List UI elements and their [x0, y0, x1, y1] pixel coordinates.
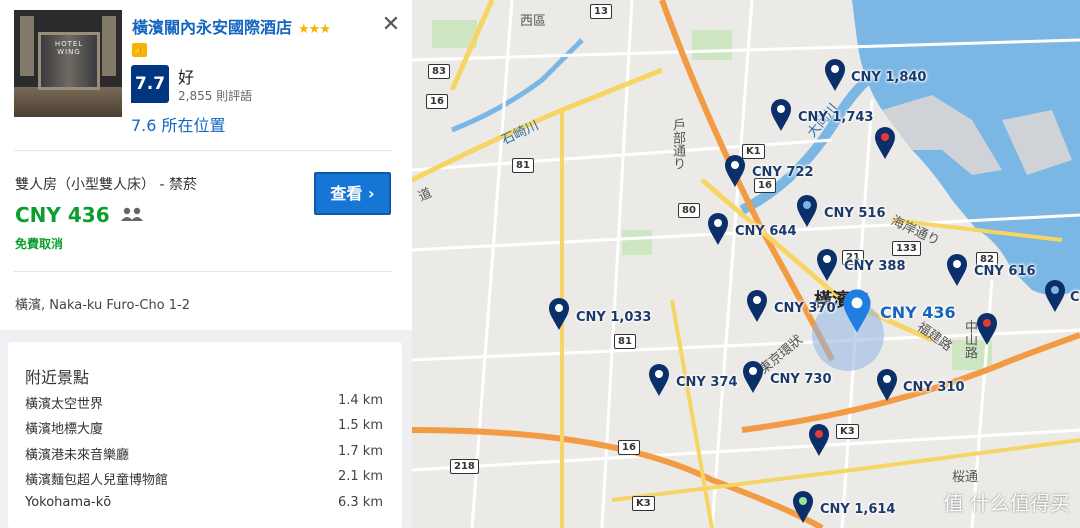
- road-number-badge: 81: [512, 158, 534, 173]
- price-label[interactable]: CNY 310: [903, 380, 965, 395]
- nearby-item-distance: 2.1 km: [338, 469, 383, 484]
- hotel-pin-icon[interactable]: [946, 253, 968, 287]
- road-number-badge: 81: [614, 334, 636, 349]
- hotel-pin-icon[interactable]: [808, 423, 830, 457]
- nearby-item: 橫濱太空世界 1.4 km: [25, 393, 383, 412]
- price-label[interactable]: CNY 374: [676, 375, 738, 390]
- hotel-pin-icon[interactable]: [816, 248, 838, 282]
- hotel-card: HOTEL WING 橫濱關內永安國際酒店 ★★★ ✕ 👍 7.7 好 2,855…: [0, 0, 412, 330]
- review-count[interactable]: 2,855 則評語: [178, 87, 252, 104]
- hotel-stars: ★★★: [298, 22, 331, 37]
- hotel-pin-icon[interactable]: [1044, 279, 1066, 313]
- map-canvas[interactable]: 西區 戶部通り 石崎川 大岡川 海岸通り 橫濱市 東京環狀 福建路 中山路 桜通…: [412, 0, 1080, 528]
- nearby-item-distance: 1.5 km: [338, 418, 383, 433]
- nearby-item: Yokohama-kō 6.3 km: [25, 495, 383, 510]
- nearby-item-name: 橫濱港未來音樂廳: [25, 448, 130, 463]
- hotel-pin-icon[interactable]: [746, 289, 768, 323]
- hotel-name-link[interactable]: 橫濱關內永安國際酒店 ★★★: [132, 14, 331, 38]
- hotel-name: 橫濱關內永安國際酒店: [132, 18, 293, 37]
- review-score-badge: 7.7: [131, 65, 169, 103]
- thumbs-up-icon: 👍: [132, 43, 147, 57]
- price-label[interactable]: CNY 616: [974, 264, 1036, 279]
- hotel-pin-icon[interactable]: [876, 368, 898, 402]
- nearby-item: 橫濱港未來音樂廳 1.7 km: [25, 444, 383, 463]
- nearby-item: 橫濱地標大廈 1.5 km: [25, 418, 383, 437]
- photo-light-right: [102, 16, 116, 76]
- price-label[interactable]: CNY 388: [844, 259, 906, 274]
- hotel-pin-icon[interactable]: [770, 98, 792, 132]
- price-label[interactable]: CNY 1,743: [798, 110, 873, 125]
- hotel-pin-icon[interactable]: [724, 154, 746, 188]
- map-place-label: 西區: [520, 14, 547, 29]
- nearby-item-name: 橫濱地標大廈: [25, 422, 104, 437]
- road-number-badge: 80: [678, 203, 700, 218]
- hotel-map-view: HOTEL WING 橫濱關內永安國際酒店 ★★★ ✕ 👍 7.7 好 2,855…: [0, 0, 1080, 528]
- rating-word: 好: [178, 68, 195, 87]
- price-label[interactable]: CNY 722: [752, 165, 814, 180]
- road-number-badge: 218: [450, 459, 479, 474]
- price-label[interactable]: CNY 1,840: [851, 70, 926, 85]
- hotel-pin-icon[interactable]: [548, 297, 570, 331]
- selected-price-label[interactable]: CNY 436: [880, 303, 956, 322]
- road-number-badge: 83: [428, 64, 450, 79]
- hotel-pin-icon[interactable]: [796, 194, 818, 228]
- selected-hotel-pin-icon[interactable]: [842, 288, 872, 334]
- price-label[interactable]: C: [1070, 290, 1080, 305]
- nearby-title: 附近景點: [25, 368, 90, 387]
- nearby-item-distance: 1.4 km: [338, 393, 383, 408]
- road-number-badge: K3: [632, 496, 655, 511]
- chevron-right-icon: ›: [368, 184, 375, 203]
- hotel-pin-icon[interactable]: [824, 58, 846, 92]
- photo-light-left: [20, 16, 34, 76]
- occupancy-people-icon: [121, 207, 143, 221]
- hotel-photo[interactable]: HOTEL WING: [14, 10, 122, 117]
- road-number-badge: 16: [618, 440, 640, 455]
- hotel-pin-icon[interactable]: [742, 360, 764, 394]
- room-type: 雙人房（小型雙人床） - 禁菸: [15, 177, 197, 193]
- divider: [14, 271, 392, 272]
- hotel-pin-icon[interactable]: [792, 490, 814, 524]
- room-price: CNY 436: [15, 203, 110, 227]
- divider: [14, 150, 392, 151]
- road-number-badge: 16: [426, 94, 448, 109]
- road-number-badge: 16: [754, 178, 776, 193]
- nearby-item-distance: 6.3 km: [338, 495, 383, 510]
- nearby-item-name: 橫濱麵包超人兒童博物館: [25, 473, 169, 488]
- nearby-item-distance: 1.7 km: [338, 444, 383, 459]
- hotel-pin-icon[interactable]: [648, 363, 670, 397]
- watermark: 值 什么值得买: [943, 491, 1070, 515]
- map-place-label: 桜通: [952, 470, 979, 485]
- free-cancellation: 免費取消: [15, 237, 64, 251]
- location-score: 7.6 所在位置: [131, 116, 226, 135]
- photo-floor: [14, 87, 122, 117]
- price-label[interactable]: CNY 1,614: [820, 502, 895, 517]
- close-icon[interactable]: ✕: [380, 14, 402, 36]
- road-number-badge: 133: [892, 241, 921, 256]
- nearby-item-name: Yokohama-kō: [25, 495, 112, 510]
- hotel-address: 橫濱, Naka-ku Furo-Cho 1-2: [15, 298, 190, 313]
- hotel-info-panel: HOTEL WING 橫濱關內永安國際酒店 ★★★ ✕ 👍 7.7 好 2,855…: [0, 0, 412, 528]
- nearby-item: 橫濱麵包超人兒童博物館 2.1 km: [25, 469, 383, 488]
- map-place-label: 戶部通り: [670, 118, 685, 170]
- price-label[interactable]: CNY 516: [824, 206, 886, 221]
- price-label[interactable]: CNY 370: [774, 301, 836, 316]
- nearby-item-name: 橫濱太空世界: [25, 397, 104, 412]
- view-button[interactable]: 查看 ›: [314, 172, 391, 215]
- price-label[interactable]: CNY 644: [735, 224, 797, 239]
- hotel-pin-icon[interactable]: [976, 312, 998, 346]
- hotel-pin-icon[interactable]: [707, 212, 729, 246]
- hotel-pin-icon[interactable]: [874, 126, 896, 160]
- road-number-badge: 13: [590, 4, 612, 19]
- road-number-badge: K3: [836, 424, 859, 439]
- price-label[interactable]: CNY 1,033: [576, 310, 651, 325]
- view-button-label: 查看: [330, 184, 363, 203]
- photo-sign: HOTEL WING: [54, 40, 84, 56]
- price-label[interactable]: CNY 730: [770, 372, 832, 387]
